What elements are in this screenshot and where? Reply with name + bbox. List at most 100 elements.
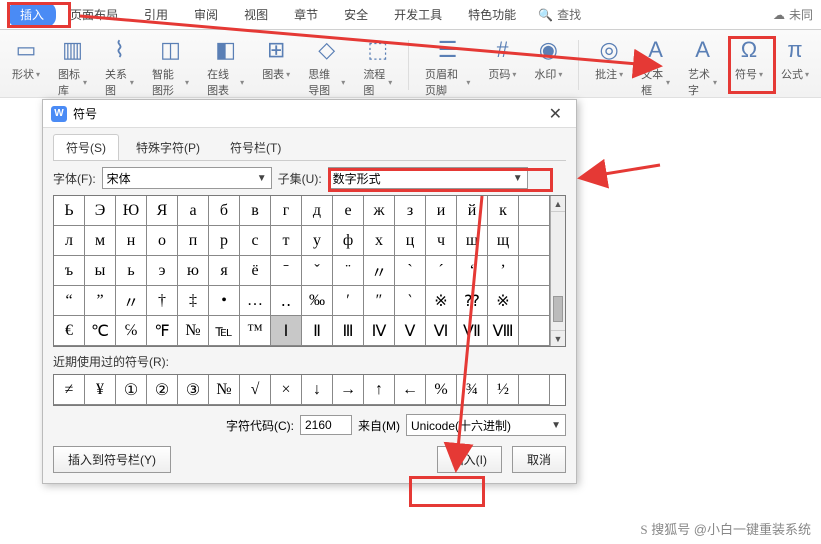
recent-symbol-cell[interactable]: ½: [488, 375, 519, 405]
symbol-cell[interactable]: ˋ: [395, 256, 426, 286]
symbol-cell[interactable]: ‵: [395, 286, 426, 316]
symbol-cell[interactable]: [519, 316, 550, 346]
symbol-cell[interactable]: ¨: [333, 256, 364, 286]
ribbon-批注[interactable]: ◎批注▾: [591, 34, 627, 84]
tab-reference[interactable]: 引用: [132, 2, 180, 27]
symbol-cell[interactable]: [519, 196, 550, 226]
ribbon-水印[interactable]: ◉水印▾: [530, 34, 566, 84]
symbol-cell[interactable]: ′: [333, 286, 364, 316]
symbol-cell[interactable]: и: [426, 196, 457, 226]
symbol-cell[interactable]: Ь: [54, 196, 85, 226]
dialog-titlebar[interactable]: W 符号 ✕: [43, 100, 576, 128]
tab-symbols[interactable]: 符号(S): [53, 134, 119, 160]
ribbon-页码[interactable]: #页码▾: [484, 34, 520, 84]
symbol-cell[interactable]: э: [147, 256, 178, 286]
symbol-cell[interactable]: я: [209, 256, 240, 286]
scroll-track[interactable]: [551, 212, 565, 330]
symbol-cell[interactable]: ф: [333, 226, 364, 256]
symbol-cell[interactable]: т: [271, 226, 302, 256]
symbol-cell[interactable]: †: [147, 286, 178, 316]
scroll-up-button[interactable]: ▲: [551, 196, 565, 212]
symbol-cell[interactable]: щ: [488, 226, 519, 256]
cancel-button[interactable]: 取消: [512, 446, 566, 473]
ribbon-在线图表[interactable]: ◧在线图表▾: [203, 34, 248, 100]
symbol-cell[interactable]: ъ: [54, 256, 85, 286]
symbol-cell[interactable]: й: [457, 196, 488, 226]
symbol-cell[interactable]: ※: [488, 286, 519, 316]
font-combo[interactable]: 宋体 ▼: [102, 167, 272, 189]
insert-button[interactable]: 插入(I): [437, 446, 502, 473]
tab-features[interactable]: 特色功能: [456, 2, 528, 27]
close-button[interactable]: ✕: [543, 104, 568, 124]
symbol-cell[interactable]: ц: [395, 226, 426, 256]
symbol-cell[interactable]: 〃: [116, 286, 147, 316]
symbol-cell[interactable]: ˉ: [271, 256, 302, 286]
scroll-down-button[interactable]: ▼: [551, 330, 565, 346]
recent-symbol-cell[interactable]: →: [333, 375, 364, 405]
symbol-cell[interactable]: ″: [364, 286, 395, 316]
symbol-cell[interactable]: м: [85, 226, 116, 256]
symbol-cell[interactable]: с: [240, 226, 271, 256]
tab-view[interactable]: 视图: [232, 2, 280, 27]
ribbon-艺术字[interactable]: A艺术字▾: [684, 34, 721, 100]
recent-symbol-cell[interactable]: ¥: [85, 375, 116, 405]
symbol-cell[interactable]: ※: [426, 286, 457, 316]
ribbon-关系图[interactable]: ⌇关系图▾: [101, 34, 138, 100]
symbol-cell[interactable]: р: [209, 226, 240, 256]
symbol-cell[interactable]: ё: [240, 256, 271, 286]
symbol-cell[interactable]: б: [209, 196, 240, 226]
symbol-cell[interactable]: а: [178, 196, 209, 226]
scroll-thumb[interactable]: [553, 296, 563, 322]
symbol-cell[interactable]: ℅: [116, 316, 147, 346]
symbol-cell[interactable]: ‥: [271, 286, 302, 316]
symbol-cell[interactable]: [519, 256, 550, 286]
symbol-cell[interactable]: ⁇: [457, 286, 488, 316]
ribbon-思维导图[interactable]: ◇思维导图▾: [304, 34, 349, 100]
symbol-cell[interactable]: ‘: [457, 256, 488, 286]
tab-insert[interactable]: 插入: [8, 2, 56, 27]
symbol-cell[interactable]: ™: [240, 316, 271, 346]
symbol-cell[interactable]: ы: [85, 256, 116, 286]
recent-symbol-cell[interactable]: √: [240, 375, 271, 405]
recent-symbol-cell[interactable]: ①: [116, 375, 147, 405]
from-combo[interactable]: Unicode(十六进制) ▼: [406, 414, 566, 436]
ribbon-公式[interactable]: π公式▾: [777, 34, 813, 84]
tab-symbolbar[interactable]: 符号栏(T): [217, 134, 294, 160]
symbol-cell[interactable]: “: [54, 286, 85, 316]
ribbon-流程图[interactable]: ⬚流程图▾: [359, 34, 396, 100]
tab-layout[interactable]: 页面布局: [58, 2, 130, 27]
symbol-cell[interactable]: Ⅶ: [457, 316, 488, 346]
tab-review[interactable]: 审阅: [182, 2, 230, 27]
recent-symbol-cell[interactable]: ×: [271, 375, 302, 405]
symbol-cell[interactable]: у: [302, 226, 333, 256]
symbol-cell[interactable]: Ю: [116, 196, 147, 226]
ribbon-文本框[interactable]: A文本框▾: [637, 34, 674, 100]
recent-symbol-cell[interactable]: %: [426, 375, 457, 405]
recent-symbol-cell[interactable]: ③: [178, 375, 209, 405]
symbol-cell[interactable]: ℉: [147, 316, 178, 346]
ribbon-符号[interactable]: Ω符号▾: [731, 34, 767, 84]
tab-devtools[interactable]: 开发工具: [382, 2, 454, 27]
symbol-cell[interactable]: …: [240, 286, 271, 316]
symbol-cell[interactable]: Ⅰ: [271, 316, 302, 346]
symbol-cell[interactable]: ℡: [209, 316, 240, 346]
ribbon-形状[interactable]: ▭形状▾: [8, 34, 44, 84]
ribbon-图标库[interactable]: ▥图标库▾: [54, 34, 91, 100]
symbol-cell[interactable]: л: [54, 226, 85, 256]
tab-sections[interactable]: 章节: [282, 2, 330, 27]
recent-symbol-cell[interactable]: ≠: [54, 375, 85, 405]
symbol-cell[interactable]: 〃: [364, 256, 395, 286]
symbol-cell[interactable]: Я: [147, 196, 178, 226]
symbol-cell[interactable]: Ⅴ: [395, 316, 426, 346]
ribbon-图表[interactable]: ⊞图表▾: [258, 34, 294, 84]
symbol-cell[interactable]: з: [395, 196, 426, 226]
symbol-cell[interactable]: Ⅳ: [364, 316, 395, 346]
subset-combo[interactable]: 数字形式 ▼: [328, 167, 528, 189]
ribbon-智能图形[interactable]: ◫智能图形▾: [148, 34, 193, 100]
sync-status[interactable]: ☁ 未同: [773, 6, 813, 23]
symbol-cell[interactable]: ‡: [178, 286, 209, 316]
symbol-cell[interactable]: ‰: [302, 286, 333, 316]
tab-security[interactable]: 安全: [332, 2, 380, 27]
symbol-cell[interactable]: •: [209, 286, 240, 316]
symbol-cell[interactable]: ш: [457, 226, 488, 256]
